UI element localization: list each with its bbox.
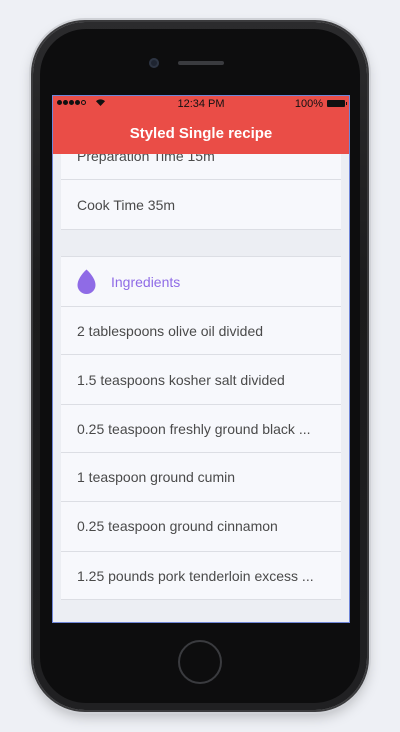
ingredient-label: 2 tablespoons olive oil divided (77, 323, 264, 339)
list-item-preparation-time: Preparation Time 15m (61, 154, 341, 180)
app-header: 12:34 PM 100% Styled Single recipe (53, 96, 349, 154)
section-title: Ingredients (111, 274, 181, 290)
battery-percent: 100% (294, 98, 323, 110)
ingredient-item: 1 teaspoon ground cumin (61, 453, 341, 502)
front-camera (149, 58, 159, 68)
battery-icon (327, 100, 347, 107)
ingredient-label: 1.5 teaspoons kosher salt divided (77, 372, 285, 388)
ingredient-item: 2 tablespoons olive oil divided (61, 307, 341, 355)
drop-icon (77, 269, 96, 294)
ingredient-item: 1.5 teaspoons kosher salt divided (61, 355, 341, 405)
recipe-list[interactable]: Preparation Time 15m Cook Time 35m Ingre… (61, 154, 341, 622)
ingredient-label: 1 teaspoon ground cumin (77, 469, 235, 485)
ingredient-item: 0.25 teaspoon freshly ground black ... (61, 405, 341, 453)
power-button (367, 160, 371, 200)
status-bar: 12:34 PM 100% (53, 96, 349, 112)
list-item-label: Cook Time 35m (77, 197, 176, 213)
stage: 12:34 PM 100% Styled Single recipe Prepa… (0, 0, 400, 732)
ingredient-item: 0.25 teaspoon ground cinnamon (61, 502, 341, 552)
section-divider (61, 230, 341, 257)
section-divider (61, 600, 341, 622)
home-button[interactable] (178, 640, 222, 684)
ingredient-label: 1.25 pounds pork tenderloin excess ... (77, 568, 314, 584)
earpiece-speaker (178, 61, 224, 65)
app-screen: 12:34 PM 100% Styled Single recipe Prepa… (52, 95, 350, 623)
list-item-label: Preparation Time 15m (77, 154, 215, 164)
ingredient-item: 1.25 pounds pork tenderloin excess ... (61, 552, 341, 600)
section-header-ingredients: Ingredients (61, 257, 341, 307)
list-item-cook-time: Cook Time 35m (61, 180, 341, 230)
ingredient-label: 0.25 teaspoon freshly ground black ... (77, 421, 311, 437)
page-title: Styled Single recipe (129, 125, 273, 142)
ingredient-label: 0.25 teaspoon ground cinnamon (77, 518, 278, 534)
